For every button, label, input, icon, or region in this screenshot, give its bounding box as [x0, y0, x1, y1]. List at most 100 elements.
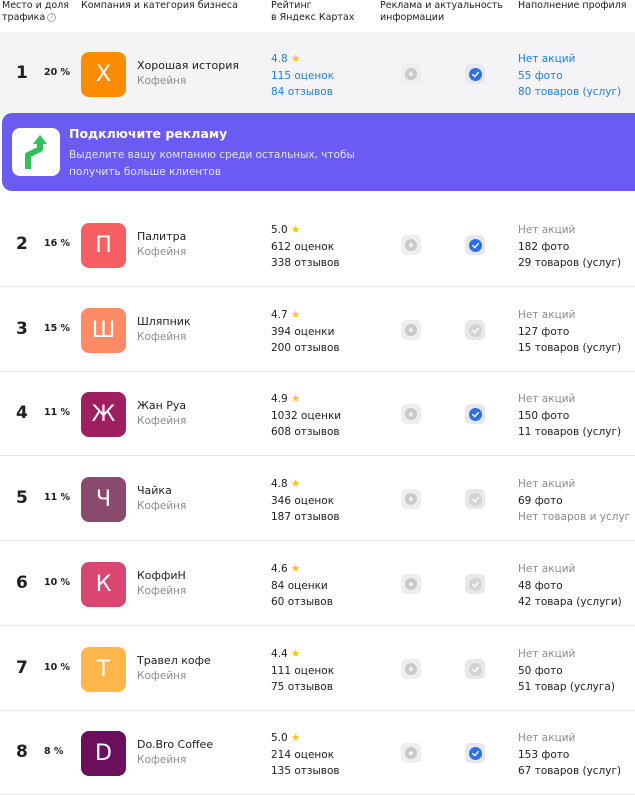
photos-count: 48 фото	[518, 579, 563, 592]
rank: 4	[16, 403, 28, 423]
company-category: Кофейня	[137, 754, 187, 766]
photos-count: 50 фото	[518, 664, 563, 677]
rating-block: 4.8 ★ 115 оценок 84 отзывов	[271, 51, 334, 101]
ad-status-icon[interactable]: ◈	[401, 574, 421, 594]
ratings-count: 214 оценок	[271, 748, 335, 761]
profile-fill: Нет акций 48 фото 42 товара (услуги)	[518, 561, 622, 611]
table-row[interactable]: 3 15 % Ш Шляпник Кофейня 4.7 ★ 394 оценки…	[0, 288, 635, 372]
ad-status-icon[interactable]: ◈	[401, 659, 421, 679]
company-name[interactable]: Жан Руа	[137, 399, 186, 412]
ratings-count: 115 оценок	[271, 69, 335, 82]
star-icon: ★	[290, 392, 301, 405]
ad-status-icon[interactable]: ◈	[401, 489, 421, 509]
profile-fill: Нет акций 150 фото 11 товаров (услуг)	[518, 391, 621, 441]
star-icon: ★	[290, 562, 301, 575]
star-icon: ★	[290, 647, 301, 660]
company-avatar: К	[81, 562, 126, 607]
company-name[interactable]: Do.Bro Coffee	[137, 738, 213, 751]
company-category: Кофейня	[137, 670, 187, 682]
ad-promo-banner[interactable]: Подключите рекламу Выделите вашу компани…	[2, 113, 635, 191]
company-name[interactable]: Чайка	[137, 484, 172, 497]
rating-value: 4.8	[271, 478, 288, 490]
verified-check-icon[interactable]	[465, 489, 485, 509]
profile-fill: Нет акций 127 фото 15 товаров (услуг)	[518, 307, 621, 357]
photos-count: 55 фото	[518, 69, 563, 82]
table-row[interactable]: 8 8 % D Do.Bro Coffee Кофейня 5.0 ★ 214 о…	[0, 711, 635, 795]
rank: 8	[16, 742, 28, 762]
company-avatar: Т	[81, 647, 126, 692]
verified-check-icon[interactable]	[465, 574, 485, 594]
rank: 1	[16, 63, 28, 83]
ratings-count: 1032 оценки	[271, 409, 342, 422]
reviews-count: 608 отзывов	[271, 426, 340, 438]
promo-title: Подключите рекламу	[69, 126, 228, 141]
promotions: Нет акций	[518, 478, 576, 490]
rating-block: 4.9 ★ 1032 оценки 608 отзывов	[271, 391, 341, 441]
company-category: Кофейня	[137, 331, 187, 343]
help-icon[interactable]: ?	[47, 13, 57, 22]
promotions: Нет акций	[518, 224, 576, 236]
verified-check-icon[interactable]	[465, 404, 485, 424]
profile-fill: Нет акций 50 фото 51 товар (услуга)	[518, 646, 615, 696]
rating-value: 4.7	[271, 309, 288, 321]
company-category: Кофейня	[137, 246, 187, 258]
star-icon: ★	[290, 731, 301, 744]
verified-check-icon[interactable]	[465, 659, 485, 679]
profile-fill: Нет акций 153 фото 67 товаров (услуг)	[518, 730, 621, 780]
photos-count: 150 фото	[518, 409, 570, 422]
growth-arrow-icon	[12, 128, 60, 176]
rating-block: 5.0 ★ 214 оценок 135 отзывов	[271, 730, 340, 780]
header-profile: Наполнение профиля	[518, 0, 627, 11]
verified-check-icon[interactable]	[465, 235, 485, 255]
verified-check-icon[interactable]	[465, 64, 485, 84]
promotions: Нет акций	[518, 563, 576, 575]
promotions: Нет акций	[518, 393, 576, 405]
table-row[interactable]: 4 11 % Ж Жан Руа Кофейня 4.9 ★ 1032 оценк…	[0, 372, 635, 456]
ad-status-icon[interactable]: ◈	[401, 235, 421, 255]
table-row[interactable]: 2 16 % П Палитра Кофейня 5.0 ★ 612 оценок…	[0, 203, 635, 287]
company-name[interactable]: КоффиН	[137, 569, 186, 582]
goods-count: 11 товаров (услуг)	[518, 426, 622, 438]
photos-count: 127 фото	[518, 325, 570, 338]
reviews-count: 187 отзывов	[271, 511, 340, 523]
header-place: Место и доля трафика?	[2, 0, 69, 23]
reviews-count: 200 отзывов	[271, 342, 340, 354]
goods-count: 42 товара (услуги)	[518, 596, 622, 608]
verified-check-icon[interactable]	[465, 743, 485, 763]
rating-block: 5.0 ★ 612 оценок 338 отзывов	[271, 222, 340, 272]
promotions: Нет акций	[518, 732, 576, 744]
company-category: Кофейня	[137, 75, 187, 87]
rating-value: 4.9	[271, 393, 288, 405]
profile-fill: Нет акций 69 фото Нет товаров и услуг	[518, 476, 630, 526]
company-name[interactable]: Травел кофе	[137, 654, 211, 667]
traffic-share: 15 %	[44, 323, 71, 334]
goods-count: 80 товаров (услуг)	[518, 86, 622, 98]
company-category: Кофейня	[137, 585, 187, 597]
table-row[interactable]: 1 20 % Х Хорошая история Кофейня 4.8 ★ 11…	[0, 32, 635, 116]
ad-status-icon[interactable]: ◈	[401, 404, 421, 424]
company-avatar: D	[81, 731, 126, 776]
verified-check-icon[interactable]	[465, 320, 485, 340]
photos-count: 182 фото	[518, 240, 570, 253]
table-row[interactable]: 5 11 % Ч Чайка Кофейня 4.8 ★ 346 оценок 1…	[0, 457, 635, 541]
company-name[interactable]: Хорошая история	[137, 59, 239, 72]
header-rating: Рейтинг в Яндекс Картах	[271, 0, 355, 23]
rating-value: 4.4	[271, 648, 288, 660]
promotions: Нет акций	[518, 53, 576, 65]
company-name[interactable]: Шляпник	[137, 315, 191, 328]
ratings-count: 612 оценок	[271, 240, 335, 253]
company-avatar: Х	[81, 52, 126, 97]
reviews-count: 60 отзывов	[271, 596, 333, 608]
ad-status-icon[interactable]: ◈	[401, 64, 421, 84]
company-category: Кофейня	[137, 500, 187, 512]
ad-status-icon[interactable]: ◈	[401, 743, 421, 763]
company-name[interactable]: Палитра	[137, 230, 186, 243]
table-row[interactable]: 7 10 % Т Травел кофе Кофейня 4.4 ★ 111 оц…	[0, 627, 635, 711]
promotions: Нет акций	[518, 309, 576, 321]
star-icon: ★	[290, 308, 301, 321]
table-row[interactable]: 6 10 % К КоффиН Кофейня 4.6 ★ 84 оценки 6…	[0, 542, 635, 626]
company-avatar: Ч	[81, 477, 126, 522]
ad-status-icon[interactable]: ◈	[401, 320, 421, 340]
ratings-count: 394 оценки	[271, 325, 335, 338]
reviews-count: 338 отзывов	[271, 257, 340, 269]
